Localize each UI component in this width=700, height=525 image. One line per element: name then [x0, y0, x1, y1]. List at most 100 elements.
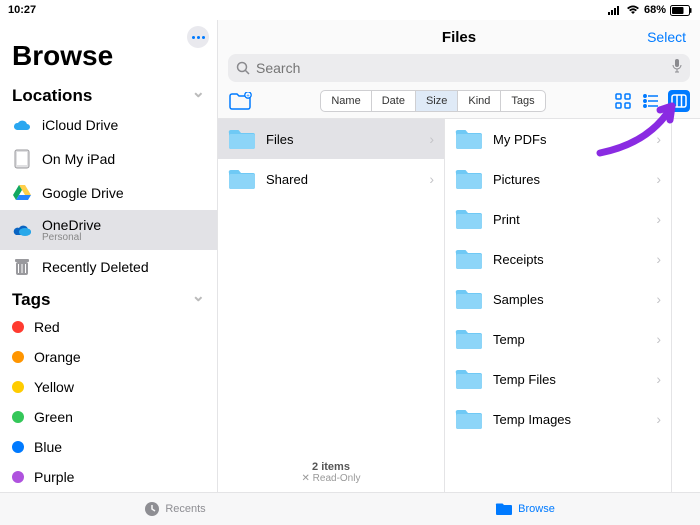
sort-segmented-control[interactable]: NameDateSizeKindTags — [320, 90, 545, 112]
grid-view-button[interactable] — [612, 90, 634, 112]
folder-row[interactable]: Temp› — [445, 319, 671, 359]
trash-icon — [12, 257, 32, 277]
sidebar-tag-orange[interactable]: Orange — [0, 342, 217, 372]
folder-icon — [455, 408, 483, 430]
sidebar-tag-green[interactable]: Green — [0, 402, 217, 432]
folder-icon — [228, 128, 256, 150]
folder-icon — [455, 208, 483, 230]
folder-icon — [228, 168, 256, 190]
tag-dot-icon — [12, 411, 24, 423]
chevron-down-icon — [192, 86, 205, 106]
tag-label: Orange — [34, 349, 205, 365]
folder-row[interactable]: Temp Images › — [445, 399, 671, 439]
folder-name: Files — [266, 132, 419, 147]
sidebar-item-trash[interactable]: Recently Deleted — [0, 250, 217, 284]
battery-percent: 68% — [644, 4, 666, 16]
folder-row[interactable]: Temp Files› — [445, 359, 671, 399]
sort-option-size[interactable]: Size — [416, 91, 458, 111]
sidebar-item-label: iCloud Drive — [42, 117, 205, 133]
search-field[interactable] — [228, 54, 690, 82]
tag-dot-icon — [12, 441, 24, 453]
chevron-right-icon: › — [656, 291, 661, 307]
folder-name: Receipts — [493, 252, 646, 267]
columns-view: Files›Shared› 2 items ✕ Read-Only My PDF… — [218, 118, 700, 492]
status-time: 10:27 — [8, 4, 36, 16]
locations-header[interactable]: Locations — [0, 80, 217, 108]
onedrive-icon — [12, 220, 32, 240]
column-footer: 2 items ✕ Read-Only — [218, 461, 444, 484]
sort-option-name[interactable]: Name — [321, 91, 371, 111]
tags-header[interactable]: Tags — [0, 284, 217, 312]
folder-icon — [455, 368, 483, 390]
folder-name: Temp — [493, 332, 646, 347]
tag-label: Purple — [34, 469, 205, 485]
sidebar-item-gdrive[interactable]: Google Drive — [0, 176, 217, 210]
tags-label: Tags — [12, 290, 50, 310]
tag-label: Red — [34, 319, 205, 335]
folder-row[interactable]: Print › — [445, 199, 671, 239]
chevron-right-icon: › — [656, 131, 661, 147]
folder-name: Pictures — [493, 172, 646, 187]
sidebar-tag-yellow[interactable]: Yellow — [0, 372, 217, 402]
content-header: Files Select + NameDateSizeKindTags — [218, 20, 700, 118]
column-0: Files›Shared› 2 items ✕ Read-Only — [218, 119, 445, 492]
tab-browse[interactable]: Browse — [350, 493, 700, 525]
sidebar-item-onedrive[interactable]: OneDrive Personal — [0, 210, 217, 250]
sidebar-item-label: On My iPad — [42, 151, 205, 167]
folder-row[interactable]: Samples› — [445, 279, 671, 319]
content-area: Files Select + NameDateSizeKindTags — [218, 20, 700, 492]
tag-dot-icon — [12, 321, 24, 333]
content-title: Files — [442, 29, 476, 46]
folder-name: My PDFs — [493, 132, 646, 147]
sidebar-item-ipad[interactable]: On My iPad — [0, 142, 217, 176]
folder-row[interactable]: Pictures › — [445, 159, 671, 199]
folder-icon — [455, 288, 483, 310]
status-bar: 10:27 68% — [0, 0, 700, 20]
wifi-icon — [626, 5, 640, 15]
sort-option-date[interactable]: Date — [372, 91, 416, 111]
clock-icon — [144, 501, 160, 517]
sidebar-item-label: Recently Deleted — [42, 259, 205, 275]
sidebar-item-icloud[interactable]: iCloud Drive — [0, 108, 217, 142]
chevron-right-icon: › — [656, 171, 661, 187]
chevron-right-icon: › — [429, 171, 434, 187]
ipad-icon — [12, 149, 32, 169]
tab-recents[interactable]: Recents — [0, 493, 350, 525]
battery-icon — [670, 5, 692, 16]
folder-row[interactable]: My PDFs › — [445, 119, 671, 159]
folder-icon — [455, 248, 483, 270]
column-view-button[interactable] — [668, 90, 690, 112]
chevron-right-icon: › — [656, 211, 661, 227]
cellular-icon — [608, 5, 622, 15]
folder-row[interactable]: Shared› — [218, 159, 444, 199]
tag-dot-icon — [12, 351, 24, 363]
select-button[interactable]: Select — [647, 29, 686, 45]
mic-icon[interactable] — [672, 59, 682, 78]
sidebar-tag-blue[interactable]: Blue — [0, 432, 217, 462]
sort-option-kind[interactable]: Kind — [458, 91, 501, 111]
tag-label: Yellow — [34, 379, 205, 395]
folder-row[interactable]: Receipts› — [445, 239, 671, 279]
folder-row[interactable]: Files › — [218, 119, 444, 159]
sort-option-tags[interactable]: Tags — [501, 91, 544, 111]
folder-icon — [455, 168, 483, 190]
folder-icon — [455, 328, 483, 350]
sidebar-tag-purple[interactable]: Purple — [0, 462, 217, 492]
folder-name: Temp Images — [493, 412, 646, 427]
search-input[interactable] — [256, 60, 666, 76]
folder-name: Print — [493, 212, 646, 227]
locations-label: Locations — [12, 86, 92, 106]
chevron-right-icon: › — [656, 371, 661, 387]
list-view-button[interactable] — [640, 90, 662, 112]
tag-label: Green — [34, 409, 205, 425]
chevron-down-icon — [192, 290, 205, 310]
column-1: My PDFs›Pictures›Print›Receipts›Samples›… — [445, 119, 672, 492]
folder-icon — [455, 128, 483, 150]
more-button[interactable] — [187, 26, 209, 48]
sidebar-tag-red[interactable]: Red — [0, 312, 217, 342]
sidebar-title: Browse — [0, 24, 217, 80]
chevron-right-icon: › — [429, 131, 434, 147]
new-folder-button[interactable]: + — [228, 90, 254, 112]
tag-label: Blue — [34, 439, 205, 455]
chevron-right-icon: › — [656, 411, 661, 427]
